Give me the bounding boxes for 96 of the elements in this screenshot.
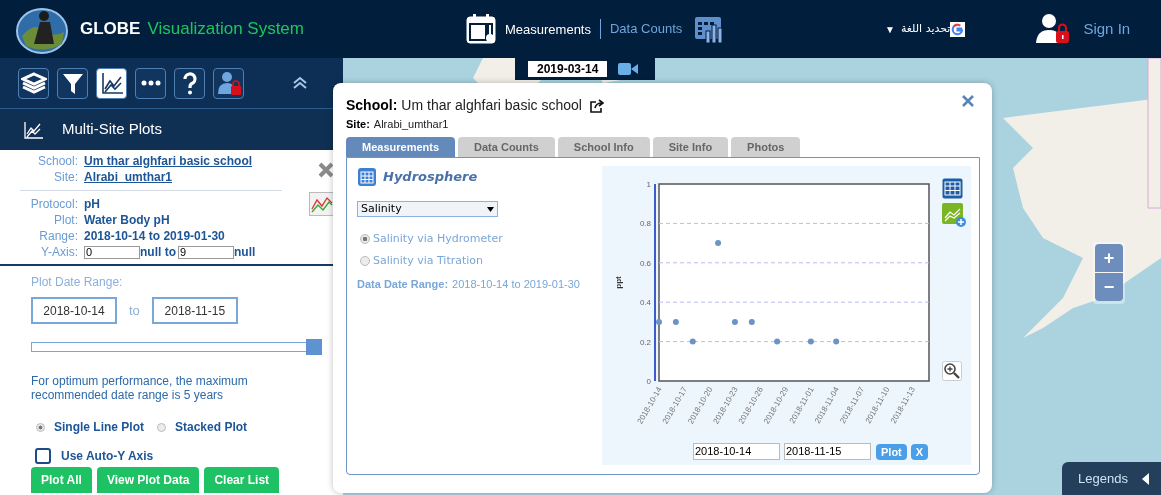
more-button[interactable] xyxy=(135,67,166,99)
tick-label: 0.8 xyxy=(639,219,651,229)
brand-subtitle: Visualization System xyxy=(147,18,304,41)
user-lock-icon xyxy=(215,70,242,96)
radio-button[interactable] xyxy=(157,422,166,432)
nav-link[interactable]: Data Counts xyxy=(610,19,683,39)
info-note: For optimum performance, the maximum recommended date range is 5 years xyxy=(31,374,249,402)
data-point[interactable] xyxy=(672,318,679,325)
add-chart-icon[interactable] xyxy=(942,203,966,227)
field-value: Water Body pH xyxy=(84,213,170,227)
slider-handle[interactable] xyxy=(306,339,322,355)
input-field[interactable]: 0 xyxy=(84,245,140,259)
sign-in-link[interactable]: Sign In xyxy=(1083,17,1131,41)
radio-label[interactable]: Single Line Plot xyxy=(54,418,144,436)
layers-icon xyxy=(20,70,47,96)
tick-label: 0.4 xyxy=(639,298,651,308)
brand-title: GLOBE xyxy=(80,18,141,41)
field-label: Data Date Range: xyxy=(357,277,449,292)
table-icon[interactable] xyxy=(942,178,963,199)
date-input[interactable]: 2018-10-14 xyxy=(31,297,117,324)
language-selector[interactable]: تحديد اللغة xyxy=(900,20,951,38)
data-point[interactable] xyxy=(807,338,814,345)
share-icon[interactable] xyxy=(589,98,605,113)
collapse-icon[interactable] xyxy=(292,76,308,90)
field-label: Y-Axis: xyxy=(40,245,78,259)
tick-label: 0.6 xyxy=(639,258,651,268)
more-icon xyxy=(140,80,161,86)
tab[interactable]: Data Counts xyxy=(458,137,555,157)
tick-label: 1 xyxy=(646,180,651,189)
data-point[interactable] xyxy=(731,318,738,325)
dropdown-caret[interactable]: ▼ xyxy=(885,21,895,37)
filter-button[interactable] xyxy=(57,67,88,99)
line-chart-icon xyxy=(24,120,44,139)
section-label: Plot Date Range: xyxy=(31,274,124,291)
line-chart-icon[interactable] xyxy=(309,192,335,216)
table-icon[interactable] xyxy=(357,167,377,187)
layers-button[interactable] xyxy=(18,67,49,99)
link[interactable]: Um thar alghfari basic school xyxy=(84,154,253,168)
dropdown[interactable]: Salinity xyxy=(357,201,498,217)
field-value: 2018-10-14 to 2019-01-30 xyxy=(84,229,225,243)
field-label: Protocol: xyxy=(29,197,78,211)
data-point[interactable] xyxy=(656,318,662,325)
field-label: Site: xyxy=(346,117,370,132)
radio-button[interactable] xyxy=(360,234,370,245)
radio-label[interactable]: Stacked Plot xyxy=(175,418,248,436)
radio-button[interactable] xyxy=(36,422,45,432)
help-button[interactable] xyxy=(174,67,205,99)
google-icon xyxy=(950,21,966,37)
school-name: Um thar alghfari basic school xyxy=(401,96,582,115)
close-icon[interactable] xyxy=(318,162,334,178)
line-chart-button[interactable] xyxy=(96,67,127,99)
field-label: Plot: xyxy=(53,213,78,227)
checkbox-label[interactable]: Use Auto-Y Axis xyxy=(61,447,154,465)
tab[interactable]: Measurements xyxy=(346,137,456,157)
field-label: Site: xyxy=(53,170,78,184)
axis-title: ppt xyxy=(614,276,623,289)
caret-icon xyxy=(1141,472,1149,485)
video-camera-icon[interactable] xyxy=(618,62,639,76)
date-input[interactable]: 2018-11-15 xyxy=(151,297,238,324)
input-field[interactable]: 9 xyxy=(178,245,234,259)
field-label: School: xyxy=(346,96,398,115)
calendar-icon[interactable] xyxy=(465,12,499,46)
field-value: null to xyxy=(140,245,176,259)
legends-button[interactable]: Legends xyxy=(1062,462,1161,495)
date-range: 2018-10-14 to 2019-01-30 xyxy=(452,277,580,292)
link[interactable]: Alrabi_umthar1 xyxy=(84,170,173,184)
data-point[interactable] xyxy=(689,338,696,345)
data-point[interactable] xyxy=(774,338,781,345)
checkbox[interactable] xyxy=(35,448,51,464)
user-lock-icon[interactable] xyxy=(1035,13,1072,45)
tab[interactable]: School Info xyxy=(557,137,650,157)
site-name: Alrabi_umthar1 xyxy=(373,117,449,132)
field-value: null xyxy=(234,245,256,259)
field-value: pH xyxy=(84,197,100,211)
data-point[interactable] xyxy=(748,318,755,325)
close-icon[interactable] xyxy=(962,95,974,107)
user-lock-button[interactable] xyxy=(213,67,244,99)
caret-icon xyxy=(487,206,494,212)
date-display[interactable]: 2019-03-14 xyxy=(528,61,608,77)
date-input[interactable]: 2018-10-14 xyxy=(693,443,780,460)
panel-title: Multi-Site Plots xyxy=(62,119,163,140)
zoom-in-icon[interactable] xyxy=(942,361,962,381)
tab[interactable]: Photos xyxy=(731,137,801,157)
category-title: Hydrosphere xyxy=(383,168,478,187)
range-separator: to xyxy=(129,301,140,320)
range-slider[interactable] xyxy=(31,339,322,355)
data-point[interactable] xyxy=(715,240,722,247)
data-point[interactable] xyxy=(833,338,840,345)
field-label: Range: xyxy=(38,229,78,243)
tick-label: 0.2 xyxy=(639,337,651,347)
tick-label: 0 xyxy=(646,377,651,386)
nav-link[interactable]: Measurements xyxy=(505,22,591,37)
radio-button[interactable] xyxy=(360,255,370,266)
tab[interactable]: Site Info xyxy=(652,137,729,157)
date-input[interactable]: 2018-11-15 xyxy=(784,443,871,460)
field-label: School: xyxy=(36,154,78,168)
